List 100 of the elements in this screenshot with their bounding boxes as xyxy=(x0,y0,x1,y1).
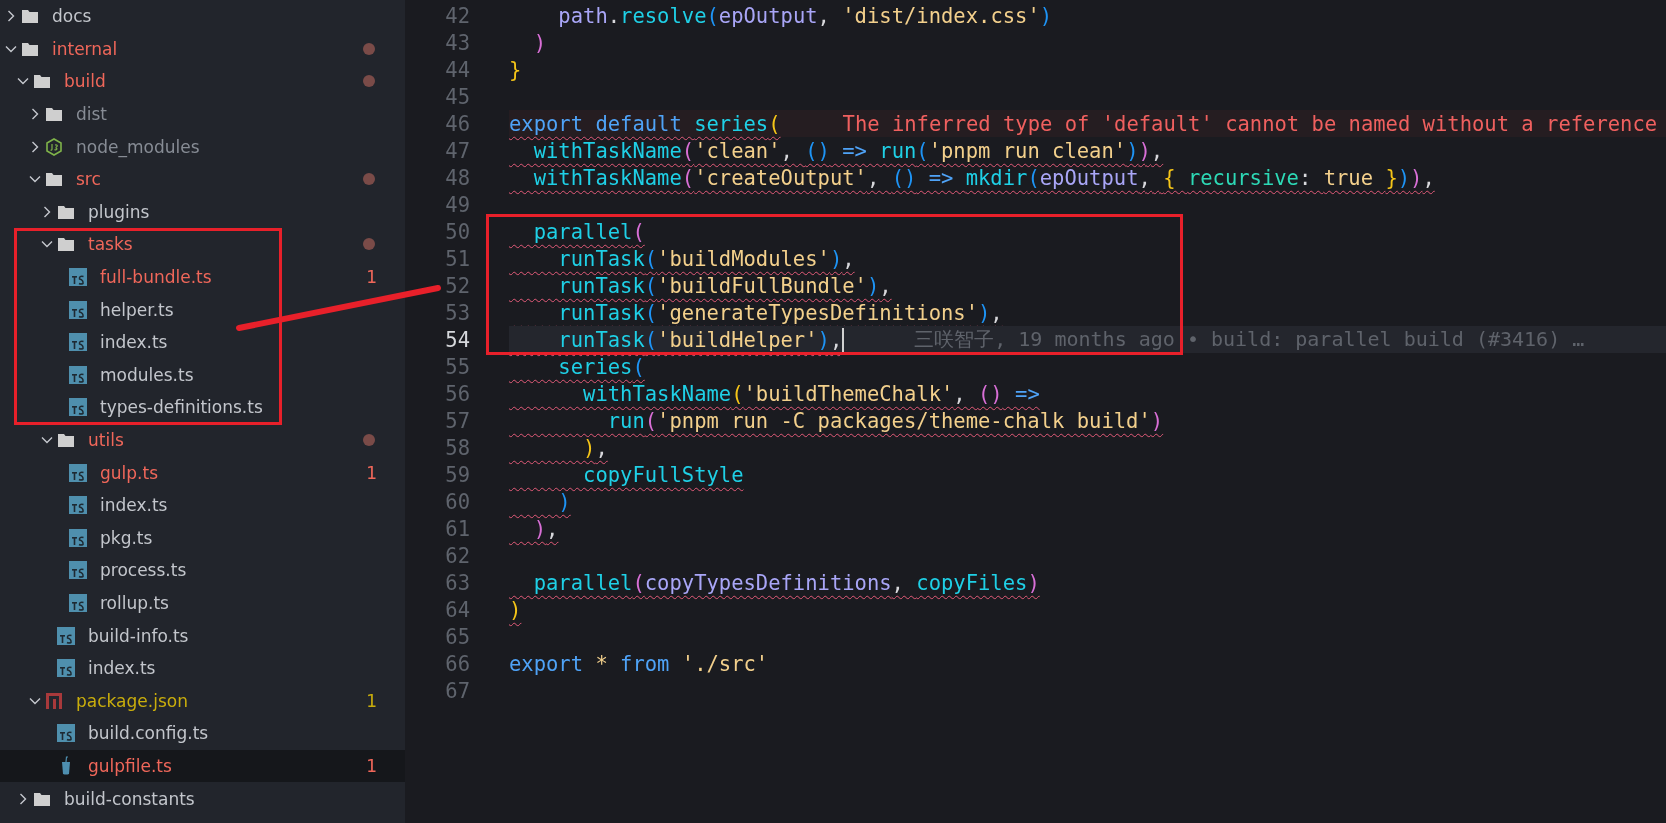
tree-item[interactable]: dist xyxy=(0,97,405,131)
line-number: 52 xyxy=(444,273,470,298)
code-line: ), xyxy=(582,435,608,460)
file-name: process.ts xyxy=(100,560,188,581)
tree-item[interactable]: helper.ts xyxy=(0,293,405,326)
problem-count: 1 xyxy=(366,690,377,711)
file-type-icon xyxy=(69,496,87,515)
code-line: } xyxy=(509,57,522,82)
tree-item[interactable]: package.json 1 xyxy=(0,684,405,718)
code-line: runTask('buildHelper'), xyxy=(557,327,843,352)
file-name: build-constants xyxy=(64,788,196,809)
line-number: 43 xyxy=(444,30,470,55)
file-name: index.ts xyxy=(100,332,169,353)
code-line: parallel(copyTypesDefinitions, copyFiles) xyxy=(532,570,1040,595)
tree-item[interactable]: src xyxy=(0,162,405,196)
file-type-icon xyxy=(69,300,87,319)
tree-item[interactable]: node_modules xyxy=(0,130,405,163)
file-name: build xyxy=(64,71,107,92)
tree-item[interactable]: modules.ts xyxy=(0,358,405,392)
tree-item[interactable]: index.ts xyxy=(0,325,405,359)
line-number: 64 xyxy=(444,597,470,622)
file-type-icon xyxy=(69,333,87,352)
problem-count: 1 xyxy=(366,755,377,776)
code-line: path.resolve(epOutput, 'dist/index.css') xyxy=(557,3,1053,28)
line-number: 57 xyxy=(444,408,470,433)
file-name: gulp.ts xyxy=(100,462,159,483)
folder-icon xyxy=(45,106,63,123)
line-number: 48 xyxy=(444,165,470,190)
line-number: 65 xyxy=(444,624,470,649)
tree-item[interactable]: utils xyxy=(0,423,405,457)
tree-item[interactable]: internal xyxy=(0,32,405,66)
file-type-icon xyxy=(69,365,87,384)
file-name: utils xyxy=(88,430,125,450)
problem-count: 1 xyxy=(366,267,377,288)
file-name: docs xyxy=(52,6,93,27)
code-line: export default series( xyxy=(509,111,781,136)
line-number: 59 xyxy=(444,462,470,487)
error-message: The inferred type of 'default' cannot be named without a reference xyxy=(842,111,1658,136)
file-name: full-bundle.ts xyxy=(100,267,213,288)
file-name: build.config.ts xyxy=(88,723,210,744)
line-number: 45 xyxy=(444,84,470,109)
line-number: 44 xyxy=(444,57,470,82)
file-type-icon xyxy=(69,398,87,417)
tree-item[interactable]: docs xyxy=(0,0,405,33)
tree-item[interactable]: tasks xyxy=(0,228,405,261)
folder-icon xyxy=(57,236,75,253)
file-name: src xyxy=(76,169,102,190)
code-line: ) xyxy=(532,30,547,55)
tree-item[interactable]: types-definitions.ts xyxy=(0,391,405,424)
tree-item[interactable]: build xyxy=(0,65,405,98)
tree-item[interactable]: build.config.ts xyxy=(0,717,405,750)
line-number: 51 xyxy=(444,246,470,271)
folder-icon xyxy=(57,203,75,220)
line-number: 49 xyxy=(444,192,470,217)
line-number: 54 xyxy=(444,327,470,352)
folder-icon xyxy=(21,40,39,57)
code-line: export * from './src' xyxy=(509,651,769,676)
tree-item[interactable]: gulpfile.ts 1 xyxy=(0,749,405,783)
line-number: 67 xyxy=(444,678,470,703)
tree-item[interactable]: build-info.ts xyxy=(0,619,405,652)
tree-item[interactable]: process.ts xyxy=(0,554,405,587)
file-name: rollup.ts xyxy=(100,593,170,613)
tree-item[interactable]: index.ts xyxy=(0,488,405,522)
code-line: withTaskName('clean', () => run('pnpm run clean')), xyxy=(532,138,1164,163)
file-name: build-info.ts xyxy=(88,625,190,646)
file-type-icon xyxy=(69,463,87,482)
hexagon-icon xyxy=(45,137,63,156)
line-number: 58 xyxy=(444,435,470,460)
tree-item[interactable]: plugins xyxy=(0,195,405,229)
tree-item[interactable]: rollup.ts xyxy=(0,586,405,620)
tree-item[interactable]: gulp.ts 1 xyxy=(0,456,405,489)
line-number: 66 xyxy=(444,651,470,676)
file-type-icon xyxy=(57,659,75,678)
code-line: run('pnpm run -C packages/theme-chalk build') xyxy=(606,408,1164,433)
folder-icon xyxy=(33,73,51,90)
folder-icon xyxy=(21,8,39,25)
tree-item[interactable]: full-bundle.ts 1 xyxy=(0,260,405,294)
file-type-icon xyxy=(69,528,87,547)
code-line: ), xyxy=(532,516,559,541)
problem-count: 1 xyxy=(366,462,377,483)
line-number: 63 xyxy=(444,570,470,595)
tree-item[interactable]: index.ts xyxy=(0,651,405,685)
file-name: helper.ts xyxy=(100,299,175,320)
file-name: package.json xyxy=(76,690,189,711)
file-name: index.ts xyxy=(100,495,169,516)
line-number: 46 xyxy=(444,111,470,136)
code-line: series( xyxy=(557,354,645,379)
code-line: withTaskName('createOutput', () => mkdir(epOutput, { recursive: true })), xyxy=(532,165,1435,190)
package-icon xyxy=(45,691,63,710)
tree-item[interactable]: pkg.ts xyxy=(0,521,405,555)
file-name: tasks xyxy=(88,234,134,255)
code-line: runTask('generateTypesDefinitions'), xyxy=(557,300,1003,325)
file-name: node_modules xyxy=(76,136,201,157)
tree-item[interactable]: build-constants xyxy=(0,782,405,815)
line-number: 61 xyxy=(444,516,470,541)
file-name: types-definitions.ts xyxy=(100,397,264,418)
text-cursor xyxy=(842,327,845,352)
code-line: parallel( xyxy=(532,219,645,244)
code-line: ) xyxy=(509,597,522,622)
blame-annotation: 三咲智子, 19 months ago • build: parallel build (#3416) … xyxy=(914,326,1585,353)
